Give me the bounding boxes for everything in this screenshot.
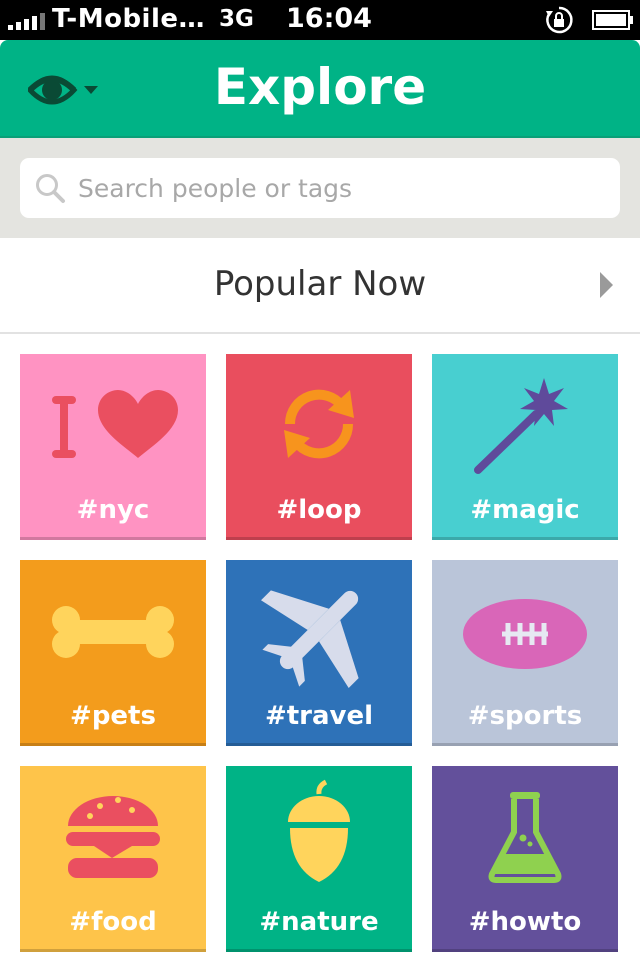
- search-icon: [36, 174, 65, 203]
- tile-loop[interactable]: #loop: [226, 354, 412, 540]
- tile-label: #loop: [276, 495, 362, 525]
- tile-nyc[interactable]: #nyc: [20, 354, 206, 540]
- tile-food[interactable]: #food: [20, 766, 206, 952]
- popular-now-row[interactable]: Popular Now: [0, 238, 640, 334]
- bone-icon: [52, 606, 174, 658]
- burger-icon: [66, 796, 160, 878]
- tile-label: #sports: [467, 701, 583, 731]
- rotation-lock-icon: [546, 6, 573, 34]
- tile-howto[interactable]: #howto: [432, 766, 618, 952]
- signal-strength-icon: [8, 10, 45, 30]
- search-input[interactable]: [78, 158, 608, 218]
- tile-label: #howto: [468, 907, 582, 937]
- status-bar: T-Mobile… 3G 16:04: [0, 0, 640, 40]
- page-title: Explore: [213, 58, 427, 116]
- status-time: 16:04: [286, 3, 372, 34]
- nav-bar: Explore: [0, 40, 640, 138]
- tile-label: #magic: [470, 495, 580, 525]
- i-heart-icon: [52, 390, 178, 458]
- loop-arrows-icon: [284, 389, 354, 459]
- popular-now-title: Popular Now: [213, 264, 427, 304]
- tile-label: #pets: [70, 701, 156, 731]
- network-type: 3G: [219, 6, 254, 32]
- tile-nature[interactable]: #nature: [226, 766, 412, 952]
- tile-travel[interactable]: #travel: [226, 560, 412, 746]
- battery-icon: [592, 10, 633, 30]
- tile-label: #nature: [259, 907, 379, 937]
- search-area: [0, 138, 640, 238]
- search-box[interactable]: [20, 158, 620, 218]
- magic-wand-icon: [474, 378, 568, 474]
- tile-label: #nyc: [76, 495, 150, 525]
- tile-pets[interactable]: #pets: [20, 560, 206, 746]
- airplane-icon: [261, 590, 359, 688]
- tile-sports[interactable]: #sports: [432, 560, 618, 746]
- tile-label: #travel: [264, 701, 374, 731]
- tile-magic[interactable]: #magic: [432, 354, 618, 540]
- football-icon: [463, 599, 587, 669]
- carrier-name: T-Mobile…: [52, 4, 206, 34]
- acorn-icon: [288, 779, 350, 882]
- chevron-right-icon[interactable]: [600, 272, 613, 298]
- flask-icon: [488, 792, 562, 883]
- tile-label: #food: [69, 907, 157, 937]
- tag-grid: #nyc #loop #magic #pets #travel #sports …: [0, 334, 640, 960]
